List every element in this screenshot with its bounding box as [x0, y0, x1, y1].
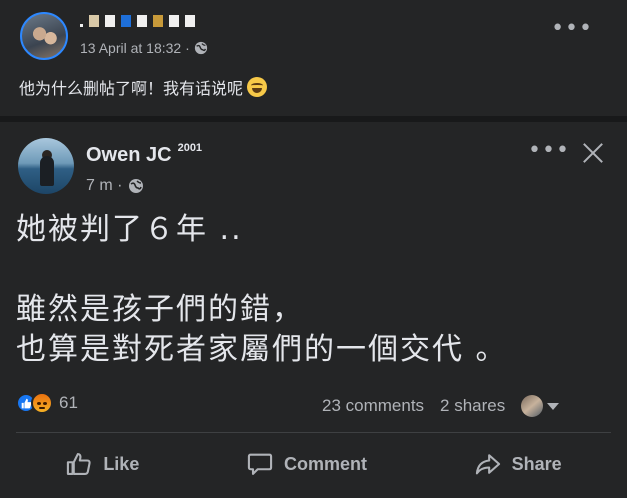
close-icon[interactable] [580, 140, 606, 166]
like-button[interactable]: Like [65, 450, 139, 478]
share-label: Share [511, 453, 562, 474]
shared-post-time[interactable]: 7 m · [86, 177, 122, 195]
body-line: 雖然是孩子們的錯， [16, 292, 304, 327]
comment-label: Comment [283, 453, 367, 474]
shared-post: Owen JC 2001 7 m · ••• 她被判了６年 .. 雖然是孩子們的… [0, 122, 627, 498]
like-label: Like [103, 453, 140, 474]
redacted-block [105, 15, 115, 27]
reactions-summary[interactable]: 61 [16, 392, 78, 414]
outer-post-message: 他为什么删帖了啊！我有话说呢 [19, 79, 244, 98]
shared-post-meta: 7 m · [86, 177, 144, 195]
outer-post-meta: 13 April at 18:32 · [80, 40, 208, 56]
shared-post-author[interactable]: Owen JC 2001 [86, 142, 203, 167]
comments-count[interactable]: 23 comments [322, 396, 424, 416]
globe-icon [194, 41, 207, 55]
globe-icon [129, 179, 144, 193]
shared-post-body: 她被判了６年 .. 雖然是孩子們的錯， 也算是對死者家屬們的一個交代 。 [16, 210, 508, 370]
shared-post-more-button[interactable]: ••• [528, 140, 570, 162]
reaction-count: 61 [59, 393, 78, 412]
laughing-emoji-icon [247, 77, 268, 97]
share-arrow-icon [475, 454, 500, 475]
redacted-block [121, 15, 131, 27]
redacted-block [153, 15, 163, 27]
engagement-stats: 23 comments 2 shares [322, 395, 560, 417]
author-badge: 2001 [177, 142, 203, 154]
chevron-down-icon[interactable] [547, 402, 560, 410]
outer-post-more-button[interactable]: ••• [551, 18, 593, 40]
body-line-blank [16, 250, 508, 290]
outer-post: 13 April at 18:32 · ••• 他为什么删帖了啊！我有话说呢 [0, 0, 627, 116]
outer-post-author-redacted[interactable] [80, 14, 195, 28]
redacted-block [137, 15, 147, 27]
author-name[interactable]: Owen JC [86, 144, 172, 167]
thumbs-up-icon [21, 398, 31, 408]
redacted-block [185, 15, 195, 27]
redacted-block [80, 23, 83, 27]
redacted-block [89, 15, 99, 27]
angry-reaction-icon [31, 392, 53, 414]
shares-count[interactable]: 2 shares [440, 396, 505, 416]
outer-post-avatar[interactable] [20, 12, 68, 60]
outer-post-timestamp[interactable]: 13 April at 18:32 · [80, 40, 190, 56]
body-line: 她被判了６年 .. [16, 212, 243, 247]
speech-bubble-icon [247, 453, 273, 475]
redacted-block [169, 15, 179, 27]
shared-post-avatar[interactable] [18, 138, 74, 194]
avatar-figure [40, 156, 54, 186]
action-divider [16, 432, 611, 433]
outer-post-text: 他为什么删帖了啊！我有话说呢 [19, 75, 268, 99]
thumbs-up-icon [67, 453, 91, 475]
body-line: 也算是對死者家屬們的一個交代 。 [16, 332, 508, 367]
comment-button[interactable]: Comment [246, 450, 367, 478]
share-button[interactable]: Share [474, 450, 562, 478]
action-bar: Like Comment Share [0, 444, 627, 484]
viewer-avatar[interactable] [521, 395, 544, 417]
